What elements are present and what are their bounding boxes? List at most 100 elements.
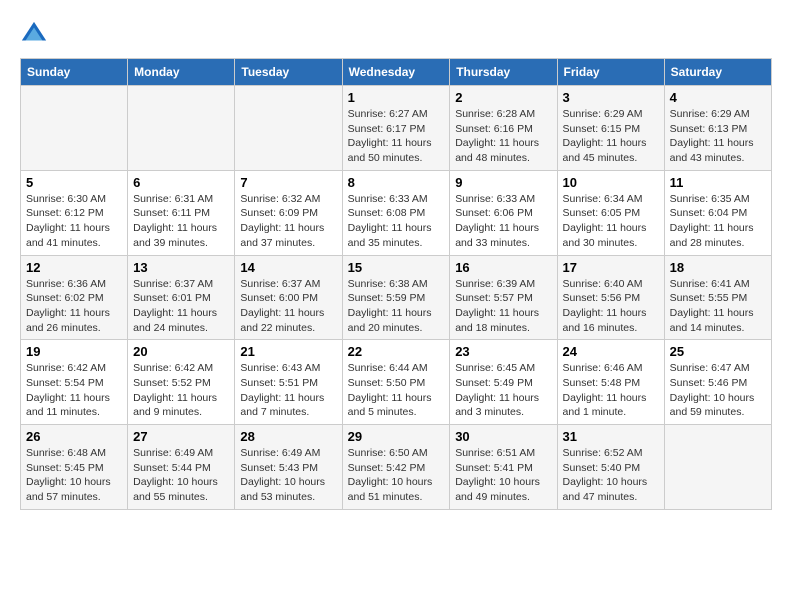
col-header-tuesday: Tuesday	[235, 59, 342, 86]
day-number: 30	[455, 429, 551, 444]
day-cell-9: 9 Sunrise: 6:33 AMSunset: 6:06 PMDaylight…	[450, 170, 557, 255]
day-number: 20	[133, 344, 229, 359]
day-number: 3	[563, 90, 659, 105]
day-number: 28	[240, 429, 336, 444]
day-cell-8: 8 Sunrise: 6:33 AMSunset: 6:08 PMDaylight…	[342, 170, 450, 255]
day-cell-5: 5 Sunrise: 6:30 AMSunset: 6:12 PMDaylight…	[21, 170, 128, 255]
day-info: Sunrise: 6:32 AMSunset: 6:09 PMDaylight:…	[240, 192, 336, 251]
logo	[20, 20, 52, 48]
day-info: Sunrise: 6:52 AMSunset: 5:40 PMDaylight:…	[563, 446, 659, 505]
day-number: 31	[563, 429, 659, 444]
day-cell-29: 29 Sunrise: 6:50 AMSunset: 5:42 PMDayligh…	[342, 425, 450, 510]
day-info: Sunrise: 6:46 AMSunset: 5:48 PMDaylight:…	[563, 361, 659, 420]
day-info: Sunrise: 6:50 AMSunset: 5:42 PMDaylight:…	[348, 446, 445, 505]
day-cell-6: 6 Sunrise: 6:31 AMSunset: 6:11 PMDaylight…	[128, 170, 235, 255]
empty-cell	[235, 86, 342, 171]
day-cell-28: 28Sunrise: 6:49 AMSunset: 5:43 PMDayligh…	[235, 425, 342, 510]
col-header-sunday: Sunday	[21, 59, 128, 86]
day-number: 22	[348, 344, 445, 359]
day-info: Sunrise: 6:33 AMSunset: 6:06 PMDaylight:…	[455, 192, 551, 251]
day-info: Sunrise: 6:39 AMSunset: 5:57 PMDaylight:…	[455, 277, 551, 336]
day-cell-13: 13 Sunrise: 6:37 AMSunset: 6:01 PMDayligh…	[128, 255, 235, 340]
day-cell-1: 1Sunrise: 6:27 AMSunset: 6:17 PMDaylight…	[342, 86, 450, 171]
week-row-1: 1Sunrise: 6:27 AMSunset: 6:17 PMDaylight…	[21, 86, 772, 171]
page-header	[20, 20, 772, 48]
calendar-table: SundayMondayTuesdayWednesdayThursdayFrid…	[20, 58, 772, 510]
day-number: 18	[670, 260, 766, 275]
day-cell-7: 7Sunrise: 6:32 AMSunset: 6:09 PMDaylight…	[235, 170, 342, 255]
day-info: Sunrise: 6:36 AMSunset: 6:02 PMDaylight:…	[26, 277, 122, 336]
day-cell-25: 25 Sunrise: 6:47 AMSunset: 5:46 PMDayligh…	[664, 340, 771, 425]
day-number: 24	[563, 344, 659, 359]
day-cell-12: 12 Sunrise: 6:36 AMSunset: 6:02 PMDayligh…	[21, 255, 128, 340]
day-cell-27: 27 Sunrise: 6:49 AMSunset: 5:44 PMDayligh…	[128, 425, 235, 510]
day-info: Sunrise: 6:29 AMSunset: 6:13 PMDaylight:…	[670, 107, 766, 166]
day-number: 25	[670, 344, 766, 359]
day-cell-20: 20 Sunrise: 6:42 AMSunset: 5:52 PMDayligh…	[128, 340, 235, 425]
day-number: 29	[348, 429, 445, 444]
day-cell-3: 3Sunrise: 6:29 AMSunset: 6:15 PMDaylight…	[557, 86, 664, 171]
col-header-saturday: Saturday	[664, 59, 771, 86]
day-info: Sunrise: 6:47 AMSunset: 5:46 PMDaylight:…	[670, 361, 766, 420]
day-number: 6	[133, 175, 229, 190]
empty-cell	[664, 425, 771, 510]
day-info: Sunrise: 6:51 AMSunset: 5:41 PMDaylight:…	[455, 446, 551, 505]
col-header-friday: Friday	[557, 59, 664, 86]
week-row-3: 12 Sunrise: 6:36 AMSunset: 6:02 PMDayligh…	[21, 255, 772, 340]
day-cell-16: 16 Sunrise: 6:39 AMSunset: 5:57 PMDayligh…	[450, 255, 557, 340]
day-number: 23	[455, 344, 551, 359]
day-cell-11: 11Sunrise: 6:35 AMSunset: 6:04 PMDayligh…	[664, 170, 771, 255]
day-cell-19: 19Sunrise: 6:42 AMSunset: 5:54 PMDayligh…	[21, 340, 128, 425]
day-cell-4: 4 Sunrise: 6:29 AMSunset: 6:13 PMDaylight…	[664, 86, 771, 171]
day-cell-30: 30 Sunrise: 6:51 AMSunset: 5:41 PMDayligh…	[450, 425, 557, 510]
col-header-thursday: Thursday	[450, 59, 557, 86]
col-header-monday: Monday	[128, 59, 235, 86]
day-info: Sunrise: 6:37 AMSunset: 6:00 PMDaylight:…	[240, 277, 336, 336]
day-cell-15: 15 Sunrise: 6:38 AMSunset: 5:59 PMDayligh…	[342, 255, 450, 340]
day-info: Sunrise: 6:49 AMSunset: 5:44 PMDaylight:…	[133, 446, 229, 505]
empty-cell	[128, 86, 235, 171]
day-info: Sunrise: 6:31 AMSunset: 6:11 PMDaylight:…	[133, 192, 229, 251]
day-info: Sunrise: 6:30 AMSunset: 6:12 PMDaylight:…	[26, 192, 122, 251]
day-cell-21: 21 Sunrise: 6:43 AMSunset: 5:51 PMDayligh…	[235, 340, 342, 425]
day-number: 10	[563, 175, 659, 190]
week-row-4: 19Sunrise: 6:42 AMSunset: 5:54 PMDayligh…	[21, 340, 772, 425]
day-number: 15	[348, 260, 445, 275]
day-number: 19	[26, 344, 122, 359]
day-cell-22: 22 Sunrise: 6:44 AMSunset: 5:50 PMDayligh…	[342, 340, 450, 425]
day-info: Sunrise: 6:44 AMSunset: 5:50 PMDaylight:…	[348, 361, 445, 420]
day-info: Sunrise: 6:37 AMSunset: 6:01 PMDaylight:…	[133, 277, 229, 336]
day-info: Sunrise: 6:34 AMSunset: 6:05 PMDaylight:…	[563, 192, 659, 251]
day-info: Sunrise: 6:48 AMSunset: 5:45 PMDaylight:…	[26, 446, 122, 505]
day-number: 1	[348, 90, 445, 105]
day-info: Sunrise: 6:35 AMSunset: 6:04 PMDaylight:…	[670, 192, 766, 251]
day-cell-17: 17Sunrise: 6:40 AMSunset: 5:56 PMDayligh…	[557, 255, 664, 340]
day-cell-31: 31 Sunrise: 6:52 AMSunset: 5:40 PMDayligh…	[557, 425, 664, 510]
day-cell-10: 10 Sunrise: 6:34 AMSunset: 6:05 PMDayligh…	[557, 170, 664, 255]
day-number: 5	[26, 175, 122, 190]
day-info: Sunrise: 6:33 AMSunset: 6:08 PMDaylight:…	[348, 192, 445, 251]
day-number: 21	[240, 344, 336, 359]
day-number: 16	[455, 260, 551, 275]
day-number: 2	[455, 90, 551, 105]
day-info: Sunrise: 6:43 AMSunset: 5:51 PMDaylight:…	[240, 361, 336, 420]
day-number: 12	[26, 260, 122, 275]
day-number: 4	[670, 90, 766, 105]
day-number: 27	[133, 429, 229, 444]
day-number: 9	[455, 175, 551, 190]
day-info: Sunrise: 6:28 AMSunset: 6:16 PMDaylight:…	[455, 107, 551, 166]
col-header-wednesday: Wednesday	[342, 59, 450, 86]
logo-icon	[20, 20, 48, 48]
day-info: Sunrise: 6:42 AMSunset: 5:52 PMDaylight:…	[133, 361, 229, 420]
day-number: 17	[563, 260, 659, 275]
day-info: Sunrise: 6:45 AMSunset: 5:49 PMDaylight:…	[455, 361, 551, 420]
day-number: 8	[348, 175, 445, 190]
day-number: 13	[133, 260, 229, 275]
day-info: Sunrise: 6:38 AMSunset: 5:59 PMDaylight:…	[348, 277, 445, 336]
day-number: 26	[26, 429, 122, 444]
day-cell-18: 18 Sunrise: 6:41 AMSunset: 5:55 PMDayligh…	[664, 255, 771, 340]
day-info: Sunrise: 6:41 AMSunset: 5:55 PMDaylight:…	[670, 277, 766, 336]
week-row-2: 5 Sunrise: 6:30 AMSunset: 6:12 PMDaylight…	[21, 170, 772, 255]
day-number: 14	[240, 260, 336, 275]
day-cell-14: 14 Sunrise: 6:37 AMSunset: 6:00 PMDayligh…	[235, 255, 342, 340]
